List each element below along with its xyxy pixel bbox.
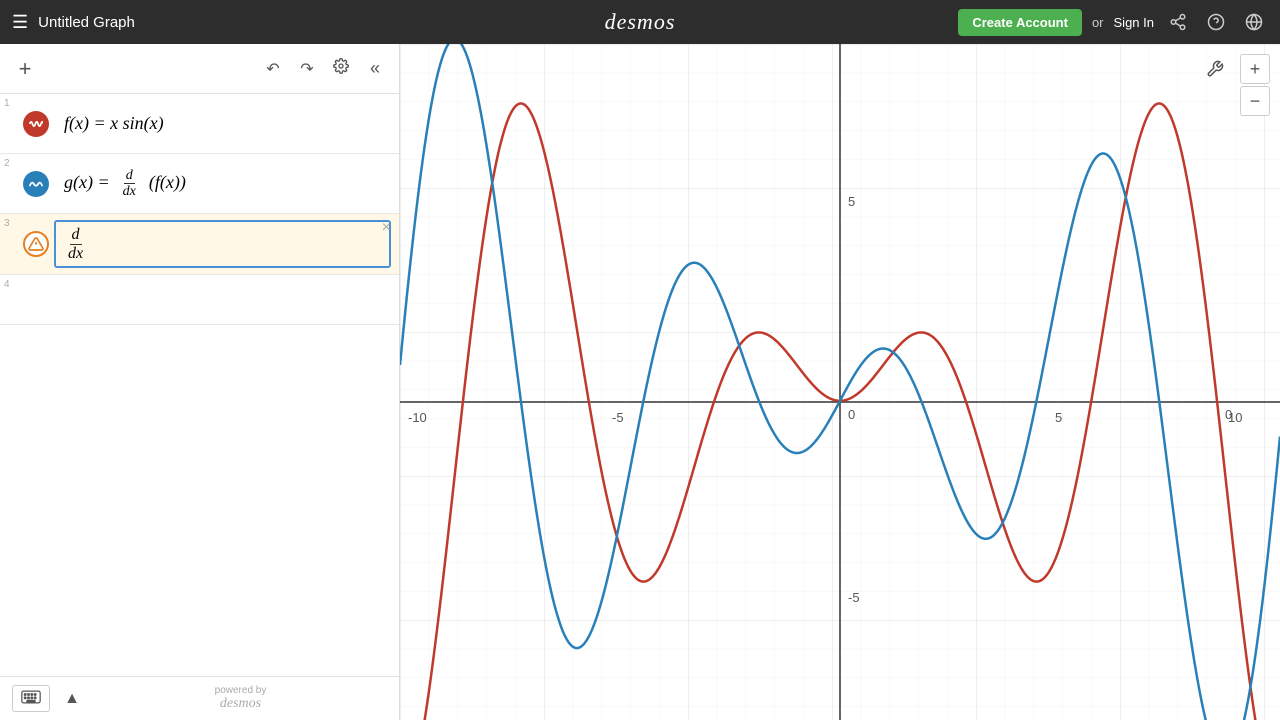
expr-color-3[interactable] (18, 214, 54, 274)
redo-button[interactable]: ↷ (293, 55, 321, 83)
expand-button[interactable]: ▲ (58, 685, 86, 713)
expr-formula-3: d dx (64, 226, 87, 262)
menu-icon: ☰ (12, 12, 28, 33)
expr-color-swatch-1[interactable] (23, 111, 49, 137)
svg-text:5: 5 (848, 194, 855, 209)
menu-button[interactable]: ☰ (12, 12, 28, 33)
header: ☰ Untitled Graph desmos Create Account o… (0, 0, 1280, 44)
svg-text:-5: -5 (612, 410, 624, 425)
add-expression-button[interactable]: + (10, 54, 40, 84)
expression-row-3: 3 d dx (0, 214, 399, 275)
expr-warning-icon-3 (23, 231, 49, 257)
desmos-logo: desmos (605, 9, 676, 35)
graph-canvas: -10 -5 10 5 5 -5 0 0 (400, 44, 1280, 720)
graph-title: Untitled Graph (38, 14, 948, 31)
svg-text:0: 0 (1225, 407, 1232, 422)
main-layout: + ↶ ↷ « (0, 44, 1280, 720)
left-panel: + ↶ ↷ « (0, 44, 400, 720)
help-button[interactable] (1202, 8, 1230, 36)
expr-content-4[interactable] (54, 275, 399, 324)
svg-text:5: 5 (1055, 410, 1062, 425)
powered-by-logo: desmos (94, 696, 387, 712)
redo-icon: ↷ (300, 59, 313, 79)
header-right: Create Account or Sign In (958, 8, 1268, 36)
expr-formula-1: f(x) = x sin(x) (64, 113, 164, 134)
settings-button[interactable] (327, 55, 355, 83)
language-button[interactable] (1240, 8, 1268, 36)
expr-content-3[interactable]: d dx (54, 220, 391, 268)
zoom-controls: + − (1240, 54, 1270, 116)
svg-text:0: 0 (848, 407, 855, 422)
add-icon: + (19, 56, 32, 82)
graph-panel[interactable]: -10 -5 10 5 5 -5 0 0 + − (400, 44, 1280, 720)
create-account-button[interactable]: Create Account (958, 9, 1082, 36)
or-text: or (1092, 15, 1104, 30)
powered-by-text: powered by (94, 685, 387, 696)
expr-color-2[interactable] (18, 154, 54, 213)
keyboard-button[interactable] (12, 685, 50, 712)
bottom-bar: ▲ powered by desmos (0, 676, 399, 720)
expression-row-2: 2 g(x) = d dx (f(x) (0, 154, 399, 214)
expr-icon-4 (18, 275, 54, 324)
undo-button[interactable]: ↶ (259, 55, 287, 83)
collapse-panel-button[interactable]: « (361, 55, 389, 83)
expr-color-1[interactable] (18, 94, 54, 153)
expr-number-3: 3 (0, 214, 18, 274)
sign-in-button[interactable]: Sign In (1114, 15, 1154, 30)
svg-text:-5: -5 (848, 590, 860, 605)
expr-delete-3[interactable]: × (382, 220, 391, 236)
expression-list: 1 f(x) = x sin(x) × (0, 94, 399, 676)
expression-row-1: 1 f(x) = x sin(x) × (0, 94, 399, 154)
expr-content-2[interactable]: g(x) = d dx (f(x)) (54, 154, 399, 213)
expr-formula-2: g(x) = d dx (f(x)) (64, 168, 186, 200)
undo-icon: ↶ (266, 59, 279, 79)
expr-color-swatch-2[interactable] (23, 171, 49, 197)
expr-content-1[interactable]: f(x) = x sin(x) (54, 94, 399, 153)
share-button[interactable] (1164, 8, 1192, 36)
gear-icon (333, 58, 349, 79)
expr-number-2: 2 (0, 154, 18, 213)
svg-text:-10: -10 (408, 410, 427, 425)
expression-toolbar: + ↶ ↷ « (0, 44, 399, 94)
expand-icon: ▲ (64, 690, 80, 708)
zoom-out-button[interactable]: − (1240, 86, 1270, 116)
keyboard-icon (21, 690, 41, 707)
graph-settings-button[interactable] (1200, 54, 1230, 84)
expr-number-1: 1 (0, 94, 18, 153)
zoom-in-button[interactable]: + (1240, 54, 1270, 84)
expr-number-4: 4 (0, 275, 18, 324)
collapse-icon: « (370, 58, 380, 79)
expression-row-4: 4 (0, 275, 399, 325)
powered-by: powered by desmos (94, 685, 387, 712)
